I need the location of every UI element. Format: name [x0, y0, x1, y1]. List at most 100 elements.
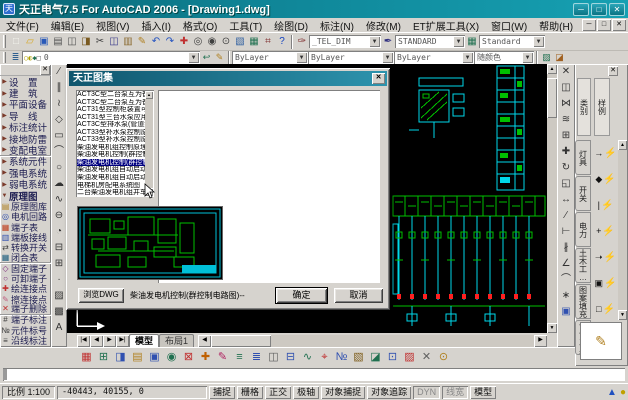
- menu-item[interactable]: ET扩展工具(X): [407, 18, 485, 33]
- scroll-down-icon[interactable]: ▼: [547, 323, 557, 333]
- lock-icon[interactable]: ●: [620, 387, 626, 398]
- color-combo[interactable]: ByLayer ▼: [232, 51, 308, 64]
- symbol-item[interactable]: □ ⚡: [592, 296, 619, 322]
- stretch-icon[interactable]: ↔: [559, 192, 573, 208]
- atlas-list-item[interactable]: 柴油发电机控制(群控制): [77, 151, 145, 159]
- break-icon[interactable]: ∦: [559, 240, 573, 256]
- tch-tool-icon[interactable]: ▨: [401, 350, 418, 365]
- matchprop-icon[interactable]: ✎: [135, 34, 149, 49]
- atlas-list-item[interactable]: 二台柴油发电机组并车原理: [77, 189, 145, 197]
- symbol-item[interactable]: ◆ ⚡: [592, 166, 619, 192]
- tab-nav-button[interactable]: ◀: [90, 335, 103, 347]
- chevron-down-icon[interactable]: ▼: [453, 36, 464, 47]
- toolbar-grip[interactable]: [3, 52, 6, 62]
- tch-tool-icon[interactable]: ⊙: [435, 350, 452, 365]
- command-input[interactable]: [3, 368, 625, 381]
- chevron-down-icon[interactable]: ▼: [382, 52, 393, 63]
- dim-style-combo[interactable]: _TEL_DIM ▼: [309, 35, 381, 48]
- drawing-thumbnail[interactable]: [77, 206, 223, 280]
- chevron-down-icon[interactable]: ▼: [522, 52, 533, 63]
- offset-icon[interactable]: ≋: [559, 112, 573, 128]
- palette-tab[interactable]: 电力: [575, 212, 591, 247]
- tab-nav-button[interactable]: |◀: [77, 335, 90, 347]
- atlas-list-item[interactable]: ACT3C型二台泵互为备用自投: [77, 99, 145, 107]
- layer-previous-icon[interactable]: ↩: [200, 52, 213, 63]
- menu-item[interactable]: 插入(I): [135, 18, 176, 33]
- ok-button[interactable]: 确定: [276, 288, 327, 303]
- status-toggle-button[interactable]: 捕捉: [209, 386, 235, 399]
- copy-stack-icon[interactable]: ▣: [559, 304, 573, 320]
- open-icon[interactable]: ▱: [23, 34, 37, 49]
- status-toggle-button[interactable]: 极轴: [293, 386, 319, 399]
- scroll-down-icon[interactable]: ▼: [618, 310, 627, 320]
- command-grip[interactable]: [3, 369, 7, 380]
- status-toggle-button[interactable]: DYN: [413, 386, 440, 399]
- text-style-icon[interactable]: ✒: [381, 34, 395, 49]
- arc-icon[interactable]: ⌒: [52, 144, 66, 160]
- circle-icon[interactable]: ○: [52, 160, 66, 176]
- annotation-scale-icon[interactable]: ▲: [607, 387, 617, 398]
- chevron-down-icon[interactable]: ▼: [296, 52, 307, 63]
- atlas-list-item[interactable]: ACT3C型二台泵互为备用自投: [77, 91, 145, 99]
- mdi-button[interactable]: □: [597, 19, 611, 31]
- mdi-button[interactable]: ─: [582, 19, 596, 31]
- text-style-combo[interactable]: STANDARD ▼: [395, 35, 465, 48]
- tch-tool-icon[interactable]: ▤: [129, 350, 146, 365]
- toolbar-grip[interactable]: [3, 35, 6, 49]
- atlas-list-item[interactable]: 柴油发电机组自动启动控制: [77, 174, 145, 182]
- scrollbar-thumb[interactable]: [547, 78, 557, 118]
- status-toggle-button[interactable]: 栅格: [237, 386, 263, 399]
- make-object-layer-icon[interactable]: ✎: [213, 52, 226, 63]
- point-icon[interactable]: ∙: [52, 272, 66, 288]
- plot-icon[interactable]: ▤: [51, 34, 65, 49]
- tch-tool-icon[interactable]: ⊠: [180, 350, 197, 365]
- explode-icon[interactable]: ∗: [559, 288, 573, 304]
- lineweight-combo[interactable]: ByLayer ▼: [394, 51, 474, 64]
- construction-line-icon[interactable]: ∥: [52, 80, 66, 96]
- scroll-right-icon[interactable]: ▶: [534, 335, 547, 347]
- atlas-list-item[interactable]: 柴油发电机控制(群控制图): [77, 159, 145, 167]
- dim-style-icon[interactable]: ✑: [295, 34, 309, 49]
- tch-tool-icon[interactable]: ✕: [418, 350, 435, 365]
- make-block-icon[interactable]: ⊞: [52, 256, 66, 272]
- insert-block-icon[interactable]: ⊟: [52, 240, 66, 256]
- rotate-icon[interactable]: ↻: [559, 160, 573, 176]
- layer-states-icon[interactable]: ◪: [553, 52, 566, 63]
- symbol-item[interactable]: | ⚡: [592, 192, 619, 218]
- tch-tool-icon[interactable]: ⊡: [384, 350, 401, 365]
- new-icon[interactable]: □: [9, 34, 23, 49]
- zoom-window-icon[interactable]: ◉: [205, 34, 219, 49]
- chamfer-icon[interactable]: ∠: [559, 256, 573, 272]
- close-button[interactable]: ✕: [609, 3, 625, 16]
- erase-icon[interactable]: ✕: [559, 64, 573, 80]
- tab-nav-button[interactable]: ▶: [103, 335, 116, 347]
- region-icon[interactable]: ▩: [52, 304, 66, 320]
- tch-tool-icon[interactable]: ✚: [197, 350, 214, 365]
- help-icon[interactable]: ?: [275, 34, 289, 49]
- rectangle-icon[interactable]: ▭: [52, 128, 66, 144]
- symbol-item[interactable]: + ⚡: [592, 218, 619, 244]
- move-icon[interactable]: ✚: [559, 144, 573, 160]
- atlas-list-item[interactable]: ACT3C型排水泵(管道泵)控制: [77, 121, 145, 129]
- menu-item[interactable]: 格式(O): [177, 18, 223, 33]
- menu-item[interactable]: 视图(V): [90, 18, 135, 33]
- menu-item[interactable]: 标注(N): [314, 18, 360, 33]
- symbol-item[interactable]: → ⚡: [592, 140, 619, 166]
- ellipse-arc-icon[interactable]: ◔: [52, 224, 66, 240]
- copy-icon[interactable]: ◫: [107, 34, 121, 49]
- tch-tool-icon[interactable]: ≡: [231, 350, 248, 365]
- tch-tool-icon[interactable]: ⊞: [95, 350, 112, 365]
- close-icon[interactable]: ✕: [608, 66, 618, 76]
- calculator-icon[interactable]: ⌗: [261, 34, 275, 49]
- tch-tool-icon[interactable]: ◨: [112, 350, 129, 365]
- atlas-list-item[interactable]: ACT31型三台水泵应用可靠: [77, 114, 145, 122]
- zoom-realtime-icon[interactable]: ◎: [191, 34, 205, 49]
- table-style-icon[interactable]: ▦: [465, 34, 479, 49]
- designcenter-icon[interactable]: ▦: [247, 34, 261, 49]
- menu-item[interactable]: 修改(M): [360, 18, 407, 33]
- tab-nav-button[interactable]: ▶|: [116, 335, 129, 347]
- scrollbar-thumb[interactable]: [211, 335, 271, 347]
- chevron-down-icon[interactable]: ▼: [188, 52, 199, 63]
- scale-indicator[interactable]: 比例 1:100: [2, 386, 55, 399]
- line-icon[interactable]: ∕: [52, 64, 66, 80]
